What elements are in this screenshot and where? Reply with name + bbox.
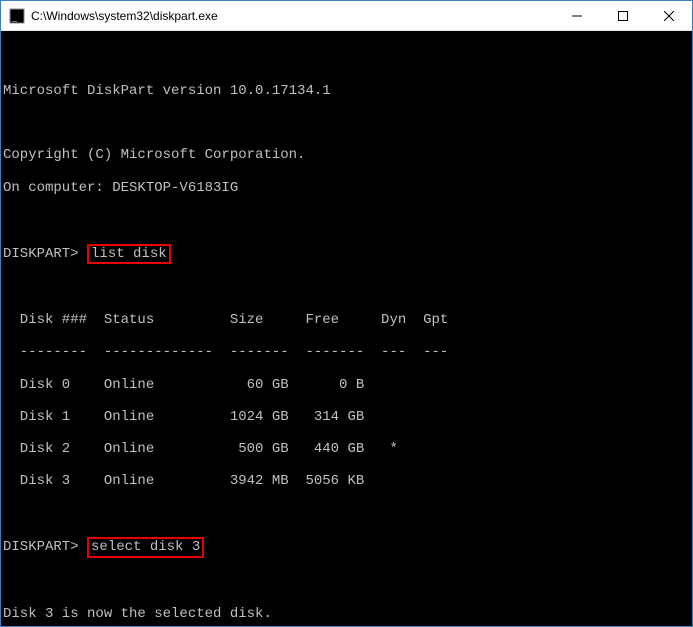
disk-table-header: Disk ### Status Size Free Dyn Gpt <box>3 312 690 328</box>
prompt-line: DISKPART> list disk <box>3 244 690 264</box>
minimize-button[interactable] <box>554 1 600 30</box>
table-row: Disk 3 Online 3942 MB 5056 KB <box>3 473 690 489</box>
prompt-text: DISKPART> <box>3 539 79 555</box>
version-line: Microsoft DiskPart version 10.0.17134.1 <box>3 83 690 99</box>
terminal-output[interactable]: Microsoft DiskPart version 10.0.17134.1 … <box>1 31 692 626</box>
prompt-line: DISKPART> select disk 3 <box>3 537 690 557</box>
command-select-disk: select disk 3 <box>87 537 204 557</box>
command-list-disk: list disk <box>87 244 171 264</box>
table-row: Disk 2 Online 500 GB 440 GB * <box>3 441 690 457</box>
maximize-button[interactable] <box>600 1 646 30</box>
window-title: C:\Windows\system32\diskpart.exe <box>31 9 554 23</box>
titlebar[interactable]: _ C:\Windows\system32\diskpart.exe <box>1 1 692 31</box>
close-button[interactable] <box>646 1 692 30</box>
table-row: Disk 1 Online 1024 GB 314 GB <box>3 409 690 425</box>
app-icon: _ <box>9 8 25 24</box>
window-frame: _ C:\Windows\system32\diskpart.exe Micro… <box>0 0 693 627</box>
disk-table-divider: -------- ------------- ------- ------- -… <box>3 344 690 360</box>
message-disk-selected: Disk 3 is now the selected disk. <box>3 606 690 622</box>
table-row: Disk 0 Online 60 GB 0 B <box>3 377 690 393</box>
copyright-line: Copyright (C) Microsoft Corporation. <box>3 147 690 163</box>
svg-text:_: _ <box>11 12 18 23</box>
prompt-text: DISKPART> <box>3 246 79 262</box>
computer-line: On computer: DESKTOP-V6183IG <box>3 180 690 196</box>
